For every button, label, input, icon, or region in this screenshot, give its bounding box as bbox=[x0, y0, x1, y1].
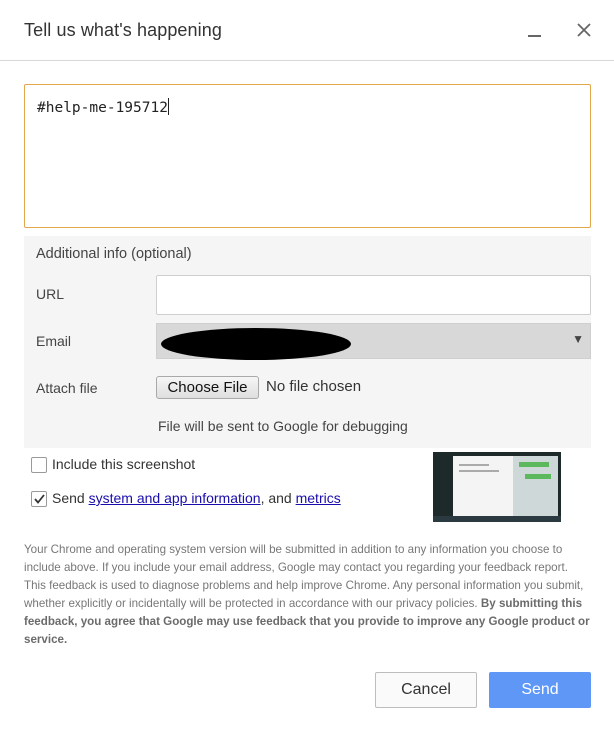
close-button[interactable] bbox=[572, 18, 596, 42]
close-icon bbox=[577, 23, 591, 37]
checkmark-icon bbox=[33, 494, 45, 504]
redacted-email bbox=[161, 328, 351, 360]
include-screenshot-checkbox[interactable] bbox=[31, 457, 47, 473]
screenshot-thumbnail[interactable] bbox=[433, 452, 561, 522]
url-label: URL bbox=[36, 286, 65, 302]
dropdown-arrow-icon: ▼ bbox=[572, 332, 584, 346]
send-button[interactable]: Send bbox=[489, 672, 591, 708]
dialog-titlebar: Tell us what's happening bbox=[0, 0, 614, 61]
cancel-button[interactable]: Cancel bbox=[375, 672, 477, 708]
disclaimer-text: Your Chrome and operating system version… bbox=[24, 541, 590, 649]
additional-info-heading: Additional info (optional) bbox=[36, 246, 192, 262]
metrics-link[interactable]: metrics bbox=[296, 490, 341, 506]
send-info-label: Send system and app information, and met… bbox=[52, 490, 341, 506]
url-input[interactable] bbox=[156, 275, 591, 315]
send-info-prefix: Send bbox=[52, 490, 89, 506]
send-info-mid: , and bbox=[260, 490, 296, 506]
send-info-checkbox[interactable] bbox=[31, 491, 47, 507]
description-textarea[interactable]: #help-me-195712 bbox=[24, 84, 591, 228]
include-screenshot-label[interactable]: Include this screenshot bbox=[52, 456, 195, 472]
dialog-title: Tell us what's happening bbox=[24, 20, 222, 40]
email-label: Email bbox=[36, 333, 72, 349]
no-file-text: No file chosen bbox=[266, 378, 362, 395]
email-select[interactable]: ▼ bbox=[156, 323, 591, 360]
minimize-icon bbox=[527, 35, 541, 37]
description-text: #help-me-195712 bbox=[37, 100, 168, 116]
minimize-button[interactable] bbox=[522, 18, 546, 42]
debug-note: File will be sent to Google for debuggin… bbox=[158, 418, 408, 434]
choose-file-button[interactable]: Choose File bbox=[156, 376, 259, 399]
system-info-link[interactable]: system and app information bbox=[89, 490, 261, 506]
text-caret bbox=[167, 98, 169, 115]
attach-file-label: Attach file bbox=[36, 380, 98, 396]
